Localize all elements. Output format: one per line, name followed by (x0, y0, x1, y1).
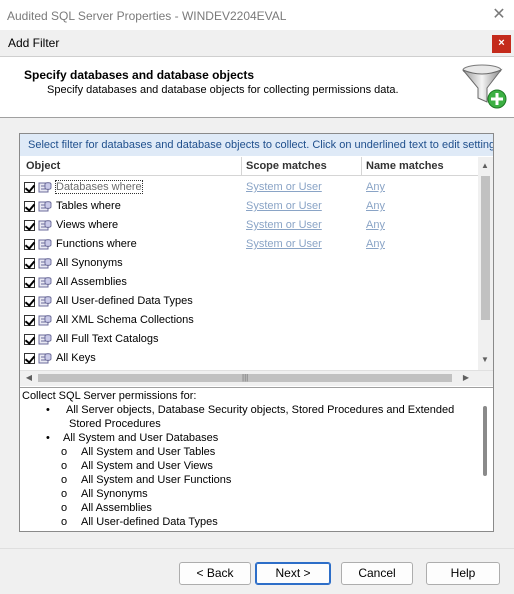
bullet-icon: • (46, 404, 50, 416)
row-object-label: All Keys (56, 352, 96, 364)
bullet-icon: • (46, 432, 50, 444)
button-bar-divider (0, 548, 514, 549)
name-match-link[interactable]: Any (366, 238, 385, 250)
column-separator[interactable] (241, 157, 242, 176)
description-sub-item: All Assemblies (81, 502, 152, 514)
database-object-icon (38, 334, 52, 345)
description-sub-item: All Synonyms (81, 488, 148, 500)
row-checkbox[interactable] (24, 239, 35, 250)
grip-icon: ||| (242, 373, 249, 382)
scope-match-link[interactable]: System or User (246, 181, 322, 193)
database-object-icon (38, 315, 52, 326)
sub-bullet-icon: o (61, 516, 68, 528)
column-header-scope[interactable]: Scope matches (246, 160, 327, 172)
description-line: All Server objects, Database Security ob… (66, 404, 455, 416)
scope-match-link[interactable]: System or User (246, 238, 322, 250)
sub-bullet-icon: o (61, 474, 68, 486)
funnel-add-icon (462, 64, 507, 109)
row-checkbox[interactable] (24, 353, 35, 364)
database-object-icon (38, 182, 52, 193)
vertical-scroll-thumb[interactable] (481, 176, 490, 320)
description-sub-item: All User-defined Data Types (81, 516, 218, 528)
scope-match-link[interactable]: System or User (246, 219, 322, 231)
name-match-link[interactable]: Any (366, 181, 385, 193)
row-object-label: All XML Schema Collections (56, 314, 194, 326)
row-object-label: All Assemblies (56, 276, 127, 288)
column-separator[interactable] (361, 157, 362, 176)
help-button[interactable]: Help (426, 562, 500, 585)
description-sub-item: All System and User Views (81, 460, 213, 472)
description-scroll-thumb[interactable] (483, 406, 487, 476)
row-object-label: Databases where (55, 180, 143, 194)
scroll-up-arrow-icon[interactable]: ▲ (478, 161, 492, 170)
scroll-down-arrow-icon[interactable]: ▼ (478, 355, 492, 364)
database-object-icon (38, 277, 52, 288)
database-object-icon (38, 239, 52, 250)
description-intro: Collect SQL Server permissions for: (22, 390, 197, 402)
row-object-label: Tables where (56, 200, 121, 212)
window-title: Audited SQL Server Properties - WINDEV22… (7, 9, 287, 23)
sub-bullet-icon: o (61, 502, 68, 514)
column-header-name[interactable]: Name matches (366, 160, 444, 172)
scroll-right-arrow-icon[interactable]: ▶ (459, 373, 473, 382)
row-checkbox[interactable] (24, 277, 35, 288)
cancel-button[interactable]: Cancel (341, 562, 413, 585)
sub-bullet-icon: o (61, 460, 68, 472)
row-checkbox[interactable] (24, 258, 35, 269)
sub-bullet-icon: o (61, 488, 68, 500)
row-object-label: Views where (56, 219, 119, 231)
filter-hint: Select filter for databases and database… (20, 134, 493, 156)
scope-match-link[interactable]: System or User (246, 200, 322, 212)
database-object-icon (38, 220, 52, 231)
row-checkbox[interactable] (24, 296, 35, 307)
banner-subtitle: Specify databases and database objects f… (47, 84, 399, 96)
description-line: Stored Procedures (69, 418, 161, 430)
row-checkbox[interactable] (24, 201, 35, 212)
dialog-title: Add Filter (8, 36, 60, 50)
back-button[interactable]: < Back (179, 562, 251, 585)
database-object-icon (38, 296, 52, 307)
row-checkbox[interactable] (24, 315, 35, 326)
database-object-icon (38, 353, 52, 364)
name-match-link[interactable]: Any (366, 200, 385, 212)
row-checkbox[interactable] (24, 182, 35, 193)
database-object-icon (38, 258, 52, 269)
next-button[interactable]: Next > (255, 562, 331, 585)
dialog-close-icon[interactable]: × (492, 35, 511, 53)
row-object-label: Functions where (56, 238, 137, 250)
row-object-label: All User-defined Data Types (56, 295, 193, 307)
banner-title: Specify databases and database objects (24, 68, 255, 82)
name-match-link[interactable]: Any (366, 219, 385, 231)
column-header-object[interactable]: Object (26, 160, 60, 172)
description-sub-item: All System and User Tables (81, 446, 216, 458)
database-object-icon (38, 201, 52, 212)
description-line: All System and User Databases (63, 432, 219, 444)
scroll-left-arrow-icon[interactable]: ◀ (22, 373, 36, 382)
sub-bullet-icon: o (61, 446, 68, 458)
description-sub-item: All System and User Functions (81, 474, 232, 486)
row-object-label: All Synonyms (56, 257, 123, 269)
row-checkbox[interactable] (24, 220, 35, 231)
window-close-icon[interactable]: ✕ (489, 5, 509, 25)
row-checkbox[interactable] (24, 334, 35, 345)
row-object-label: All Full Text Catalogs (56, 333, 159, 345)
